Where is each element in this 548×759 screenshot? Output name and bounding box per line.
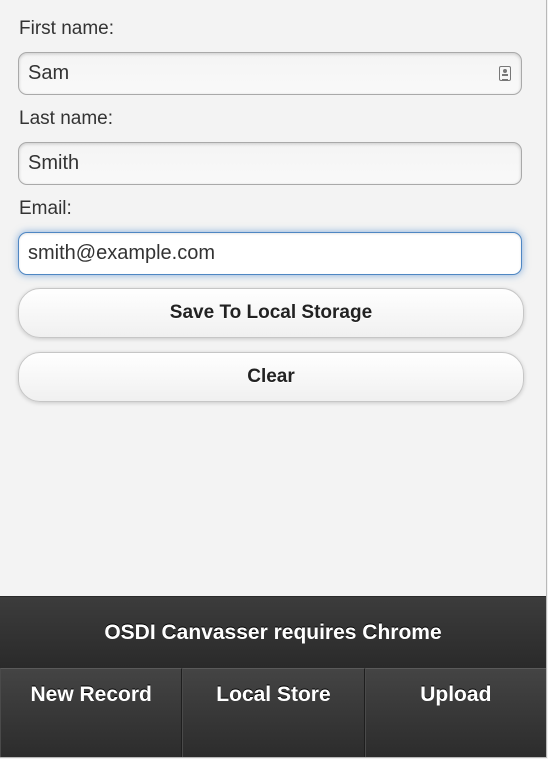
clear-button[interactable]: Clear xyxy=(18,352,524,402)
last-name-label: Last name: xyxy=(19,108,113,129)
nav-local-store-button[interactable]: Local Store xyxy=(182,668,365,757)
last-name-input[interactable]: Smith xyxy=(18,142,522,185)
nav-upload-button[interactable]: Upload xyxy=(364,668,546,757)
footer-bar: OSDI Canvasser requires Chrome New Recor… xyxy=(0,596,546,757)
last-name-value: Smith xyxy=(28,152,80,174)
email-label: Email: xyxy=(19,198,72,219)
first-name-label: First name: xyxy=(19,18,115,39)
footer-title: OSDI Canvasser requires Chrome xyxy=(0,596,546,668)
email-input[interactable]: smith@example.com xyxy=(18,232,522,275)
save-to-local-storage-button[interactable]: Save To Local Storage xyxy=(18,288,524,338)
app-frame: First name: Sam Last name: Smith Email: … xyxy=(0,0,547,758)
first-name-value: Sam xyxy=(28,62,70,84)
email-value: smith@example.com xyxy=(28,242,216,264)
first-name-input[interactable]: Sam xyxy=(18,52,522,95)
nav-new-record-button[interactable]: New Record xyxy=(0,668,183,757)
bottom-navbar: New Record Local Store Upload xyxy=(0,668,546,757)
contact-card-icon[interactable] xyxy=(499,66,511,81)
